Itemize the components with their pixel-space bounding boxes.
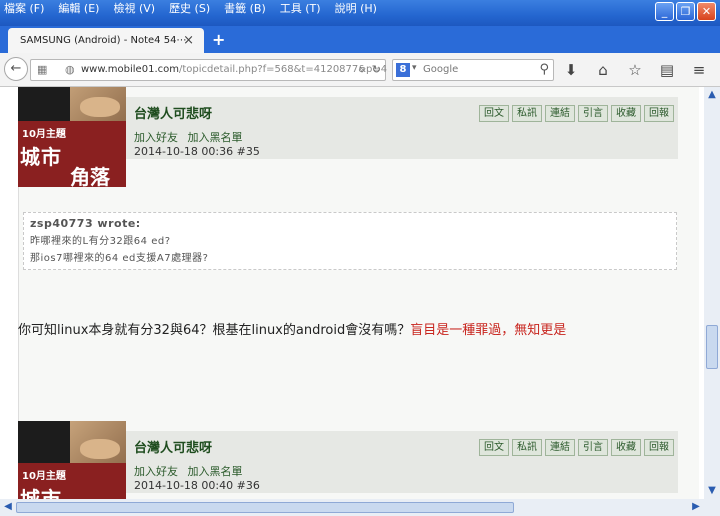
quote-line: 那ios7哪裡來的64 ed支援A7處理器? — [30, 253, 209, 264]
minimize-button[interactable]: _ — [655, 2, 674, 21]
scroll-down-icon[interactable]: ▼ — [704, 483, 720, 499]
close-window-button[interactable]: ✕ — [697, 2, 716, 21]
quote-author: zsp40773 wrote: — [30, 217, 141, 230]
google-icon[interactable]: 8 — [396, 63, 410, 77]
url-controls[interactable]: ▿ ↻ — [359, 63, 381, 76]
menu-help[interactable]: 說明 (H) — [335, 0, 377, 18]
menu-tools[interactable]: 工具 (T) — [280, 0, 321, 18]
username[interactable]: 台灣人可悲呀 — [134, 103, 212, 122]
avatar-title: 城市 — [20, 487, 62, 499]
quote-button[interactable]: 引言 — [578, 439, 608, 456]
avatar-caption: 10月主題 — [22, 471, 66, 482]
url-domain: www.mobile01.com — [81, 64, 179, 75]
blacklist-link[interactable]: 加入黑名單 — [188, 465, 243, 478]
post-header: 台灣人可悲呀 加入好友 加入黑名單 2014-10-18 00:36 #35 回… — [126, 97, 678, 159]
search-input[interactable]: Google — [423, 60, 458, 80]
engine-dropdown-icon[interactable]: ▾ — [412, 63, 417, 73]
username[interactable]: 台灣人可悲呀 — [134, 437, 212, 456]
avatar-title: 城市 — [20, 145, 62, 169]
download-icon[interactable]: ⬇ — [560, 61, 582, 79]
link-button[interactable]: 連結 — [545, 105, 575, 122]
url-path: /topicdetail.php?f=568&t=4120877&p=4 — [178, 64, 388, 75]
tab-strip: SAMSUNG (Android) - Note4 54⋯ × — [0, 26, 720, 53]
quote-block: zsp40773 wrote: 昨哪裡來的L有分32跟64 ed? 那ios7哪… — [23, 212, 677, 270]
post-meta: 2014-10-18 00:36 #35 — [134, 145, 260, 158]
vertical-scroll-thumb[interactable] — [706, 325, 718, 369]
menu-view[interactable]: 檢視 (V) — [113, 0, 155, 18]
menu-history[interactable]: 歷史 (S) — [169, 0, 210, 18]
scroll-left-icon[interactable]: ◀ — [0, 499, 16, 515]
link-button[interactable]: 連結 — [545, 439, 575, 456]
report-button[interactable]: 回報 — [644, 439, 674, 456]
post-meta: 2014-10-18 00:40 #36 — [134, 479, 260, 492]
post-body: 你可知linux本身就有分32與64？根基在linux的android會沒有嗎？… — [18, 319, 566, 338]
add-friend-link[interactable]: 加入好友 — [134, 465, 178, 478]
navigation-bar: ← ▦ ◍ www.mobile01.com/topicdetail.php?f… — [0, 53, 720, 87]
menu-icon[interactable]: ≡ — [688, 61, 710, 79]
post-body-highlight: 盲目是一種罪過，無知更是 — [410, 323, 567, 338]
menu-file[interactable]: 檔案 (F) — [4, 0, 44, 18]
url-bar[interactable]: ▦ ◍ www.mobile01.com/topicdetail.php?f=5… — [30, 59, 387, 81]
url-text: www.mobile01.com/topicdetail.php?f=568&t… — [81, 60, 387, 80]
report-button[interactable]: 回報 — [644, 105, 674, 122]
scroll-up-icon[interactable]: ▲ — [704, 87, 720, 103]
scroll-right-icon[interactable]: ▶ — [688, 499, 704, 515]
tab-close-icon[interactable]: × — [183, 28, 194, 53]
globe-icon: ◍ — [65, 63, 75, 76]
reply-button[interactable]: 回文 — [479, 439, 509, 456]
reply-button[interactable]: 回文 — [479, 105, 509, 122]
menu-bar: 檔案 (F) 編輯 (E) 檢視 (V) 歷史 (S) 書籤 (B) 工具 (T… — [4, 0, 377, 18]
quote-button[interactable]: 引言 — [578, 105, 608, 122]
favorite-button[interactable]: 收藏 — [611, 439, 641, 456]
vertical-scrollbar[interactable]: ▲ ▼ — [704, 87, 720, 499]
tab-samsung-android[interactable]: SAMSUNG (Android) - Note4 54⋯ × — [8, 28, 204, 53]
add-friend-link[interactable]: 加入好友 — [134, 131, 178, 144]
search-bar[interactable]: 8 ▾ Google ⚲ — [392, 59, 554, 81]
horizontal-scrollbar[interactable]: ◀ ▶ — [0, 499, 720, 516]
message-button[interactable]: 私訊 — [512, 105, 542, 122]
avatar-title-2: 角落 — [70, 165, 110, 187]
menu-bookmarks[interactable]: 書籤 (B) — [224, 0, 266, 18]
message-button[interactable]: 私訊 — [512, 439, 542, 456]
post-body-text: 你可知linux本身就有分32與64？根基在linux的android會沒有嗎？ — [18, 323, 411, 338]
back-button[interactable]: ← — [4, 57, 28, 81]
avatar-caption: 10月主題 — [22, 129, 66, 140]
title-bar: 檔案 (F) 編輯 (E) 檢視 (V) 歷史 (S) 書籤 (B) 工具 (T… — [0, 0, 720, 26]
new-tab-button[interactable]: + — [212, 30, 225, 49]
page-viewport: 10月主題 城市 角落 台灣人可悲呀 加入好友 加入黑名單 2014-10-18… — [0, 87, 704, 499]
avatar[interactable]: 10月主題 城市 角落 — [18, 421, 126, 499]
search-icon[interactable]: ⚲ — [539, 62, 549, 77]
menu-edit[interactable]: 編輯 (E) — [58, 0, 99, 18]
blacklist-link[interactable]: 加入黑名單 — [188, 131, 243, 144]
favorite-button[interactable]: 收藏 — [611, 105, 641, 122]
avatar[interactable]: 10月主題 城市 角落 — [18, 87, 126, 187]
maximize-button[interactable]: ❐ — [676, 2, 695, 21]
reading-list-icon[interactable]: ▤ — [656, 61, 678, 79]
page-icon: ▦ — [37, 63, 48, 76]
star-icon[interactable]: ☆ — [624, 61, 646, 79]
post-header: 台灣人可悲呀 加入好友 加入黑名單 2014-10-18 00:40 #36 回… — [126, 431, 678, 493]
quote-line: 昨哪裡來的L有分32跟64 ed? — [30, 236, 171, 247]
horizontal-scroll-thumb[interactable] — [16, 502, 514, 513]
tab-title: SAMSUNG (Android) - Note4 54⋯ — [20, 35, 187, 46]
home-icon[interactable]: ⌂ — [592, 61, 614, 79]
